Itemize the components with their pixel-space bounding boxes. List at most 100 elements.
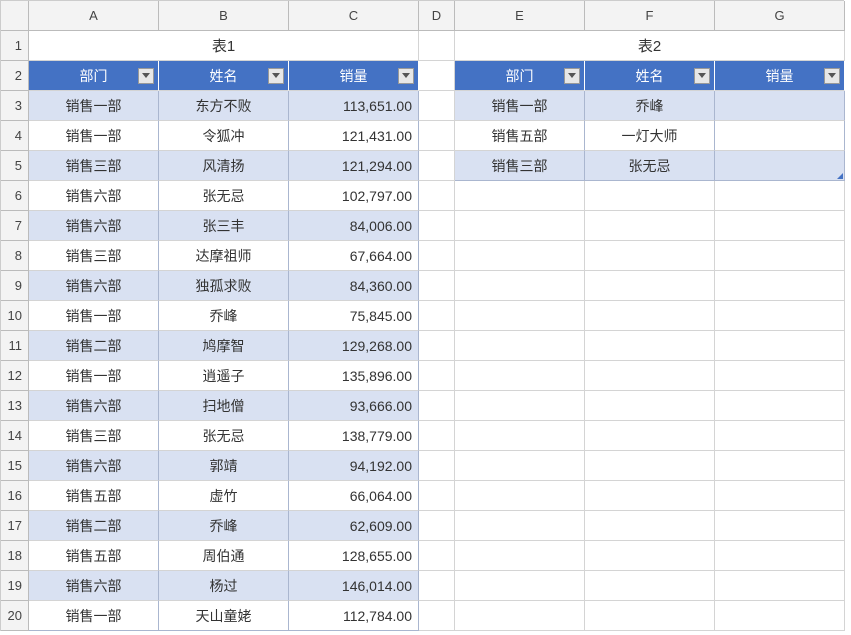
row-header-18[interactable]: 18 <box>1 541 29 571</box>
empty-cell[interactable] <box>585 391 715 421</box>
empty-cell[interactable] <box>715 361 845 391</box>
row-header-13[interactable]: 13 <box>1 391 29 421</box>
cell-D1[interactable] <box>419 31 455 61</box>
table1-cell[interactable]: 129,268.00 <box>289 331 419 361</box>
table1-cell[interactable]: 84,360.00 <box>289 271 419 301</box>
col-header-F[interactable]: F <box>585 1 715 31</box>
table2-cell[interactable] <box>715 151 845 181</box>
table2-cell[interactable]: 张无忌 <box>585 151 715 181</box>
table1-cell[interactable]: 销售一部 <box>29 361 159 391</box>
row-header-14[interactable]: 14 <box>1 421 29 451</box>
cell-D14[interactable] <box>419 421 455 451</box>
empty-cell[interactable] <box>585 601 715 631</box>
empty-cell[interactable] <box>715 421 845 451</box>
row-header-1[interactable]: 1 <box>1 31 29 61</box>
table1-cell[interactable]: 84,006.00 <box>289 211 419 241</box>
table2-cell[interactable]: 一灯大师 <box>585 121 715 151</box>
empty-cell[interactable] <box>585 211 715 241</box>
empty-cell[interactable] <box>585 541 715 571</box>
cell-D17[interactable] <box>419 511 455 541</box>
empty-cell[interactable] <box>455 421 585 451</box>
empty-cell[interactable] <box>715 541 845 571</box>
empty-cell[interactable] <box>715 181 845 211</box>
row-header-9[interactable]: 9 <box>1 271 29 301</box>
table1-cell[interactable]: 逍遥子 <box>159 361 289 391</box>
cell-D20[interactable] <box>419 601 455 631</box>
table1-cell[interactable]: 销售六部 <box>29 181 159 211</box>
cell-D3[interactable] <box>419 91 455 121</box>
table1-cell[interactable]: 张三丰 <box>159 211 289 241</box>
table2-header-1[interactable]: 姓名 <box>585 61 715 91</box>
row-header-11[interactable]: 11 <box>1 331 29 361</box>
empty-cell[interactable] <box>455 361 585 391</box>
empty-cell[interactable] <box>455 541 585 571</box>
empty-cell[interactable] <box>455 391 585 421</box>
col-header-C[interactable]: C <box>289 1 419 31</box>
col-header-E[interactable]: E <box>455 1 585 31</box>
empty-cell[interactable] <box>455 271 585 301</box>
cell-D5[interactable] <box>419 151 455 181</box>
empty-cell[interactable] <box>585 271 715 301</box>
cell-D8[interactable] <box>419 241 455 271</box>
cell-D19[interactable] <box>419 571 455 601</box>
table2-cell[interactable] <box>715 91 845 121</box>
empty-cell[interactable] <box>455 601 585 631</box>
table-resize-handle-icon[interactable] <box>837 173 843 179</box>
table2-header-0[interactable]: 部门 <box>455 61 585 91</box>
table1-cell[interactable]: 135,896.00 <box>289 361 419 391</box>
empty-cell[interactable] <box>585 181 715 211</box>
table2-cell[interactable]: 销售三部 <box>455 151 585 181</box>
table1-cell[interactable]: 郭靖 <box>159 451 289 481</box>
row-header-6[interactable]: 6 <box>1 181 29 211</box>
cell-D7[interactable] <box>419 211 455 241</box>
filter-dropdown-icon[interactable] <box>138 68 154 84</box>
empty-cell[interactable] <box>715 481 845 511</box>
table1-header-0[interactable]: 部门 <box>29 61 159 91</box>
table2-cell[interactable]: 销售五部 <box>455 121 585 151</box>
table1-cell[interactable]: 销售五部 <box>29 481 159 511</box>
col-header-A[interactable]: A <box>29 1 159 31</box>
cell-D18[interactable] <box>419 541 455 571</box>
empty-cell[interactable] <box>715 241 845 271</box>
table1-cell[interactable]: 121,294.00 <box>289 151 419 181</box>
row-header-17[interactable]: 17 <box>1 511 29 541</box>
table1-cell[interactable]: 销售三部 <box>29 241 159 271</box>
table1-cell[interactable]: 销售二部 <box>29 511 159 541</box>
table1-cell[interactable]: 张无忌 <box>159 181 289 211</box>
empty-cell[interactable] <box>585 301 715 331</box>
table1-cell[interactable]: 113,651.00 <box>289 91 419 121</box>
cell-D6[interactable] <box>419 181 455 211</box>
row-header-20[interactable]: 20 <box>1 601 29 631</box>
table1-header-2[interactable]: 销量 <box>289 61 419 91</box>
table1-cell[interactable]: 杨过 <box>159 571 289 601</box>
filter-dropdown-icon[interactable] <box>268 68 284 84</box>
empty-cell[interactable] <box>585 451 715 481</box>
empty-cell[interactable] <box>585 361 715 391</box>
table1-cell[interactable]: 销售六部 <box>29 211 159 241</box>
table1-cell[interactable]: 93,666.00 <box>289 391 419 421</box>
table1-header-1[interactable]: 姓名 <box>159 61 289 91</box>
row-header-7[interactable]: 7 <box>1 211 29 241</box>
row-header-16[interactable]: 16 <box>1 481 29 511</box>
cell-D12[interactable] <box>419 361 455 391</box>
filter-dropdown-icon[interactable] <box>398 68 414 84</box>
table1-cell[interactable]: 周伯通 <box>159 541 289 571</box>
empty-cell[interactable] <box>715 271 845 301</box>
empty-cell[interactable] <box>455 451 585 481</box>
spreadsheet[interactable]: ABCDEFG1表1表22部门姓名销量部门姓名销量3销售一部东方不败113,65… <box>0 0 844 631</box>
cell-D2[interactable] <box>419 61 455 91</box>
row-header-12[interactable]: 12 <box>1 361 29 391</box>
cell-D4[interactable] <box>419 121 455 151</box>
row-header-2[interactable]: 2 <box>1 61 29 91</box>
table1-cell[interactable]: 121,431.00 <box>289 121 419 151</box>
table2-cell[interactable]: 销售一部 <box>455 91 585 121</box>
cell-D10[interactable] <box>419 301 455 331</box>
empty-cell[interactable] <box>455 331 585 361</box>
cell-D11[interactable] <box>419 331 455 361</box>
row-header-19[interactable]: 19 <box>1 571 29 601</box>
table2-header-2[interactable]: 销量 <box>715 61 845 91</box>
cell-D15[interactable] <box>419 451 455 481</box>
table1-cell[interactable]: 62,609.00 <box>289 511 419 541</box>
table1-cell[interactable]: 销售一部 <box>29 601 159 631</box>
empty-cell[interactable] <box>715 451 845 481</box>
